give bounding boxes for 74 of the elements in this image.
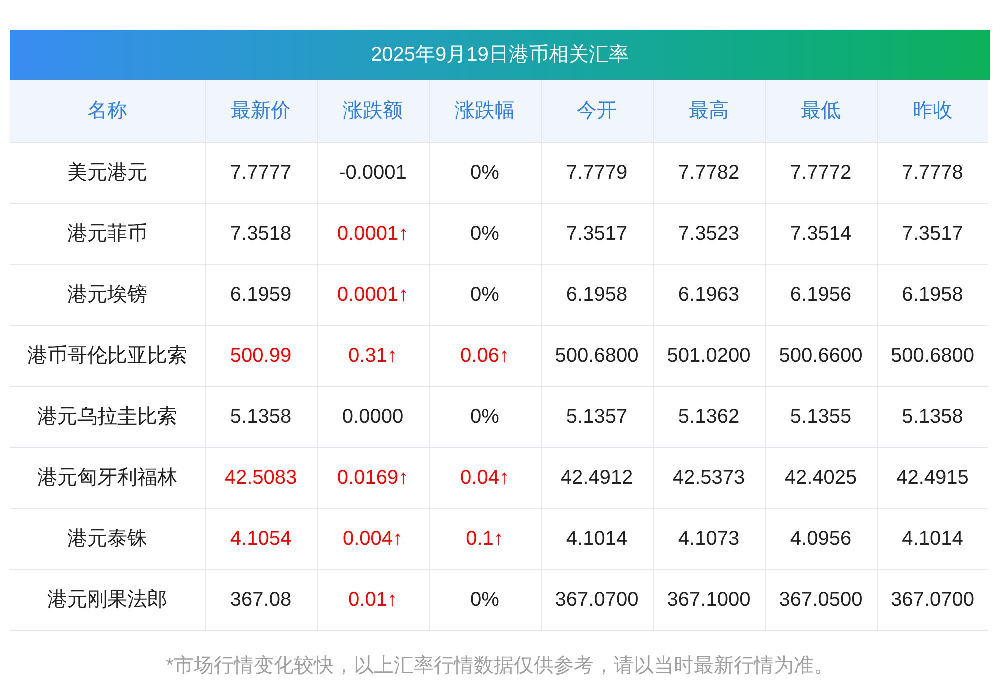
table-cell: 367.1000 [653,569,765,630]
table-cell: 6.1963 [653,264,765,325]
table-cell: 5.1357 [541,386,653,447]
column-header: 今开 [541,80,653,142]
column-header: 昨收 [877,80,988,142]
table-cell: 6.1956 [765,264,877,325]
table-cell: 0.0169↑ [317,447,429,508]
table-cell: 港元刚果法郎 [10,569,205,630]
table-cell: 500.6600 [765,325,877,386]
table-cell: 港元泰铢 [10,508,205,569]
table-cell: 港元菲币 [10,203,205,264]
table-cell: 367.0700 [541,569,653,630]
table-cell: 0% [429,569,541,630]
footnote: *市场行情变化较快，以上汇率行情数据仅供参考，请以当时最新行情为准。 [165,654,835,678]
table-cell: 港元匈牙利福林 [10,447,205,508]
table-cell: 42.5083 [205,447,317,508]
table-cell: 7.7777 [205,142,317,203]
table-cell: 7.3517 [541,203,653,264]
table-cell: 42.4025 [765,447,877,508]
table-cell: 4.1014 [541,508,653,569]
table-cell: 7.7779 [541,142,653,203]
table-cell: 0.0001↑ [317,264,429,325]
table-cell: 367.0500 [765,569,877,630]
table-cell: 0.0001↑ [317,203,429,264]
table-cell: 4.0956 [765,508,877,569]
table-cell: 0.004↑ [317,508,429,569]
table-cell: 367.08 [205,569,317,630]
table-cell: 0.0000 [317,386,429,447]
table-cell: 港元乌拉圭比索 [10,386,205,447]
column-header: 最低 [765,80,877,142]
table-cell: 0% [429,264,541,325]
table-cell: 4.1014 [877,508,988,569]
column-header: 最新价 [205,80,317,142]
table-cell: 500.99 [205,325,317,386]
table-cell: 7.3523 [653,203,765,264]
table-cell: 7.7772 [765,142,877,203]
table-cell: 7.3517 [877,203,988,264]
column-header: 最高 [653,80,765,142]
table-cell: 0% [429,203,541,264]
table-cell: 5.1362 [653,386,765,447]
table-cell: 6.1958 [541,264,653,325]
table-cell: 7.3514 [765,203,877,264]
table-cell: 4.1054 [205,508,317,569]
table-cell: 500.6800 [541,325,653,386]
table-cell: 0.1↑ [429,508,541,569]
table-cell: 4.1073 [653,508,765,569]
table-cell: 港币哥伦比亚比索 [10,325,205,386]
table-cell: 0% [429,142,541,203]
table-cell: 42.5373 [653,447,765,508]
table-title: 2025年9月19日港币相关汇率 [10,30,990,80]
table-cell: 7.7778 [877,142,988,203]
table-cell: 0.06↑ [429,325,541,386]
table-cell: 5.1358 [877,386,988,447]
table-cell: 0% [429,386,541,447]
table-cell: 0.01↑ [317,569,429,630]
table-cell: 42.4915 [877,447,988,508]
table-cell: 42.4912 [541,447,653,508]
table-cell: -0.0001 [317,142,429,203]
column-header: 名称 [10,80,205,142]
table-cell: 6.1959 [205,264,317,325]
table-cell: 7.7782 [653,142,765,203]
table-cell: 0.31↑ [317,325,429,386]
table-cell: 5.1355 [765,386,877,447]
table-cell: 港元埃镑 [10,264,205,325]
table-cell: 7.3518 [205,203,317,264]
column-header: 涨跌幅 [429,80,541,142]
column-header: 涨跌额 [317,80,429,142]
table-cell: 367.0700 [877,569,988,630]
table-cell: 美元港元 [10,142,205,203]
table-cell: 500.6800 [877,325,988,386]
table-cell: 0.04↑ [429,447,541,508]
table-cell: 6.1958 [877,264,988,325]
table-cell: 501.0200 [653,325,765,386]
table-cell: 5.1358 [205,386,317,447]
